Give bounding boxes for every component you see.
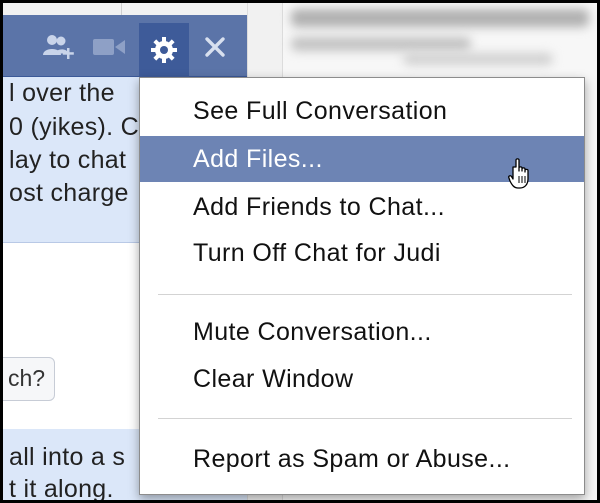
message-line: 0 (yikes). C (9, 113, 140, 141)
menu-separator (158, 294, 572, 295)
chat-top-strip (3, 3, 247, 15)
blurred-content (291, 9, 589, 27)
message-line: l over the (9, 79, 115, 107)
menu-item-clear-window[interactable]: Clear Window (140, 356, 584, 402)
menu-item-mute-conversation[interactable]: Mute Conversation... (140, 309, 584, 355)
hand-cursor-icon (508, 158, 534, 195)
message-line: all into a s (9, 443, 126, 471)
blurred-content (403, 53, 553, 65)
message-line: ost charge (9, 179, 129, 207)
blurred-content (291, 37, 471, 51)
chat-titlebar (3, 15, 247, 77)
video-icon[interactable] (89, 27, 129, 67)
message-line: lay to chat (9, 146, 127, 174)
gear-icon[interactable] (139, 23, 189, 77)
close-icon[interactable] (195, 27, 235, 67)
menu-item-turn-off-chat[interactable]: Turn Off Chat for Judi (140, 230, 584, 276)
menu-item-see-full-conversation[interactable]: See Full Conversation (140, 88, 584, 134)
screen: l over the 0 (yikes). C lay to chat ost … (3, 3, 597, 500)
menu-item-report-spam[interactable]: Report as Spam or Abuse... (140, 436, 584, 482)
suggestion-chip[interactable]: ch? (3, 357, 55, 401)
message-line: t it along. (9, 475, 114, 500)
menu-separator (158, 418, 572, 419)
add-friends-icon[interactable] (39, 27, 79, 67)
chat-options-menu: See Full Conversation Add Files... Add F… (139, 77, 585, 495)
